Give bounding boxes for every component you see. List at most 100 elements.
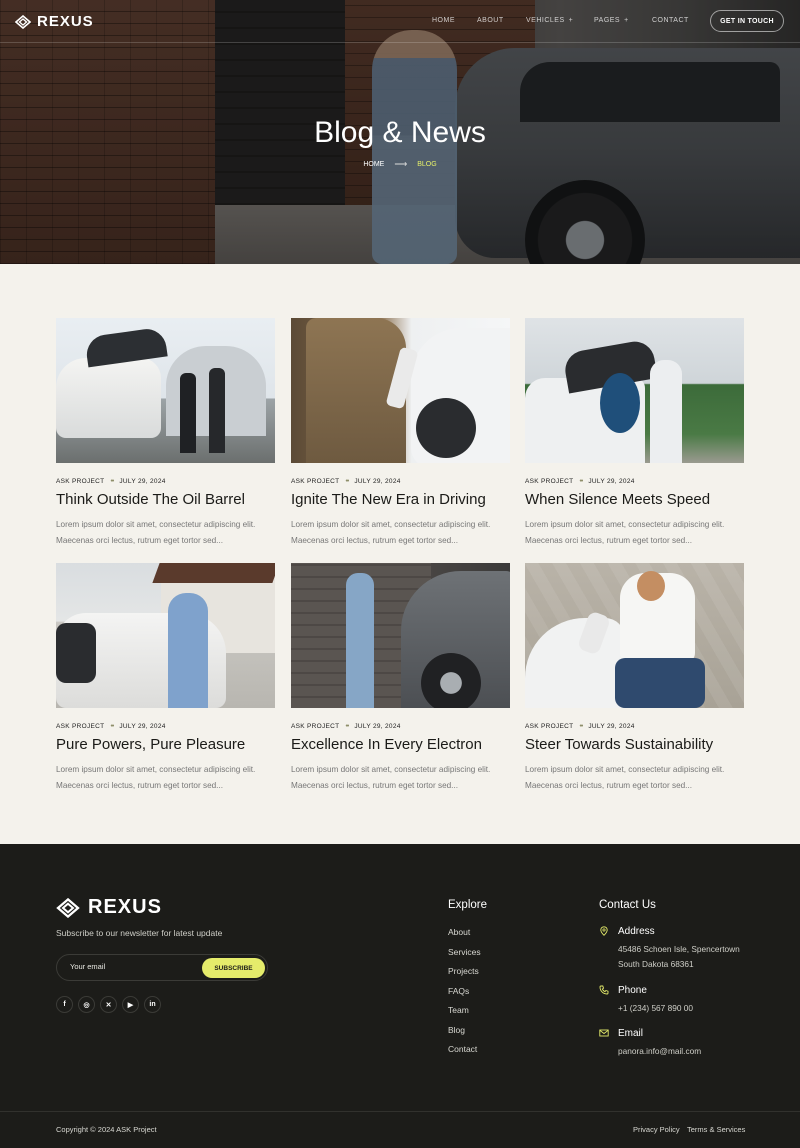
excerpt-line: Lorem ipsum dolor sit amet, consectetur … (56, 520, 256, 529)
blog-card[interactable]: ASK PROJECT •• JULY 29, 2024 Pure Powers… (56, 563, 275, 790)
post-category[interactable]: ASK PROJECT (56, 723, 104, 730)
post-title[interactable]: Pure Powers, Pure Pleasure (56, 736, 245, 753)
address-line: 45486 Schoen Isle, Spencertown (618, 944, 740, 954)
post-meta: ASK PROJECT •• JULY 29, 2024 (56, 478, 166, 485)
post-image[interactable] (525, 318, 744, 463)
linkedin-icon[interactable]: in (144, 996, 161, 1013)
phone-icon (599, 985, 609, 995)
post-title[interactable]: Excellence In Every Electron (291, 736, 482, 753)
dots-icon: •• (579, 478, 583, 485)
explore-links: About Services Projects FAQs Team Blog C… (448, 927, 481, 1064)
social-links: f ◎ ✕ ▶ in (56, 996, 161, 1013)
plus-icon: + (624, 17, 629, 24)
footer-link-services[interactable]: Services (448, 947, 481, 967)
excerpt-line: Maecenas orci lectus, rutrum eget tortor… (56, 780, 224, 790)
footer-divider (0, 1111, 800, 1112)
post-title[interactable]: When Silence Meets Speed (525, 491, 710, 508)
footer-link-about[interactable]: About (448, 927, 481, 947)
footer-link-blog[interactable]: Blog (448, 1025, 481, 1045)
post-image[interactable] (525, 563, 744, 708)
arrow-right-icon: ⟶ (394, 159, 408, 169)
nav-about[interactable]: ABOUT (477, 17, 504, 24)
phone-number[interactable]: +1 (234) 567 890 00 (618, 1001, 693, 1017)
post-meta: ASK PROJECT •• JULY 29, 2024 (525, 723, 635, 730)
breadcrumb-home[interactable]: HOME (363, 161, 384, 168)
post-category[interactable]: ASK PROJECT (525, 723, 573, 730)
nav-pages-label: PAGES (594, 17, 621, 24)
excerpt-line: Lorem ipsum dolor sit amet, consectetur … (291, 765, 491, 774)
footer-link-team[interactable]: Team (448, 1005, 481, 1025)
post-image[interactable] (291, 318, 510, 463)
post-excerpt: Lorem ipsum dolor sit amet, consectetur … (56, 517, 275, 548)
footer-brand-logo[interactable]: REXUS (56, 896, 162, 919)
newsletter-email-input[interactable] (70, 962, 190, 971)
dots-icon: •• (345, 723, 349, 730)
post-excerpt: Lorem ipsum dolor sit amet, consectetur … (291, 762, 510, 793)
footer-link-projects[interactable]: Projects (448, 966, 481, 986)
nav-pages[interactable]: PAGES + (594, 17, 629, 24)
post-image[interactable] (56, 563, 275, 708)
dots-icon: •• (579, 723, 583, 730)
nav-home-label: HOME (432, 17, 455, 24)
post-category[interactable]: ASK PROJECT (56, 478, 104, 485)
terms-link[interactable]: Terms & Services (687, 1125, 745, 1134)
post-image[interactable] (56, 318, 275, 463)
nav-contact[interactable]: CONTACT (652, 17, 689, 24)
footer-link-faqs[interactable]: FAQs (448, 986, 481, 1006)
site-footer: REXUS Subscribe to our newsletter for la… (0, 844, 800, 1148)
post-category[interactable]: ASK PROJECT (525, 478, 573, 485)
nav-contact-label: CONTACT (652, 17, 689, 24)
post-category[interactable]: ASK PROJECT (291, 478, 339, 485)
post-date: JULY 29, 2024 (354, 478, 401, 485)
address-label: Address (618, 926, 655, 937)
post-meta: ASK PROJECT •• JULY 29, 2024 (291, 723, 401, 730)
image-person-shape (346, 573, 374, 708)
facebook-icon[interactable]: f (56, 996, 73, 1013)
excerpt-line: Maecenas orci lectus, rutrum eget tortor… (291, 780, 459, 790)
post-meta: ASK PROJECT •• JULY 29, 2024 (291, 478, 401, 485)
excerpt-line: Maecenas orci lectus, rutrum eget tortor… (525, 535, 693, 545)
image-wheel-shape (421, 653, 481, 708)
image-car-rear-shape (56, 623, 96, 683)
post-title[interactable]: Think Outside The Oil Barrel (56, 491, 245, 508)
copyright: Copyright © 2024 ASK Project (56, 1125, 157, 1134)
blog-card[interactable]: ASK PROJECT •• JULY 29, 2024 Think Outsi… (56, 318, 275, 545)
excerpt-line: Lorem ipsum dolor sit amet, consectetur … (56, 765, 256, 774)
dots-icon: •• (110, 723, 114, 730)
image-charge-port-shape (416, 398, 476, 458)
blog-card[interactable]: ASK PROJECT •• JULY 29, 2024 Ignite The … (291, 318, 510, 545)
post-title[interactable]: Ignite The New Era in Driving (291, 491, 486, 508)
breadcrumb-current: BLOG (417, 161, 437, 168)
subscribe-button[interactable]: SUBSCRIBE (202, 958, 265, 978)
address-line: South Dakota 68361 (618, 959, 694, 969)
post-title[interactable]: Steer Towards Sustainability (525, 736, 713, 753)
excerpt-line: Lorem ipsum dolor sit amet, consectetur … (525, 765, 725, 774)
blog-card[interactable]: ASK PROJECT •• JULY 29, 2024 Steer Towar… (525, 563, 744, 790)
brand-logo[interactable]: REXUS (15, 13, 94, 30)
post-image[interactable] (291, 563, 510, 708)
nav-vehicles-label: VEHICLES (526, 17, 565, 24)
blog-card[interactable]: ASK PROJECT •• JULY 29, 2024 When Silenc… (525, 318, 744, 545)
get-in-touch-button[interactable]: GET IN TOUCH (710, 10, 784, 32)
nav-vehicles[interactable]: VEHICLES + (526, 17, 573, 24)
footer-link-contact[interactable]: Contact (448, 1044, 481, 1064)
post-excerpt: Lorem ipsum dolor sit amet, consectetur … (525, 517, 744, 548)
image-car-shape (56, 358, 161, 438)
x-icon[interactable]: ✕ (100, 996, 117, 1013)
blog-card[interactable]: ASK PROJECT •• JULY 29, 2024 Excellence … (291, 563, 510, 790)
email-address[interactable]: panora.info@mail.com (618, 1044, 701, 1060)
nav-home[interactable]: HOME (432, 17, 455, 24)
post-meta: ASK PROJECT •• JULY 29, 2024 (56, 723, 166, 730)
image-screen-shape (600, 373, 640, 433)
youtube-icon[interactable]: ▶ (122, 996, 139, 1013)
contact-title: Contact Us (599, 899, 656, 911)
instagram-icon[interactable]: ◎ (78, 996, 95, 1013)
post-category[interactable]: ASK PROJECT (291, 723, 339, 730)
post-date: JULY 29, 2024 (119, 723, 166, 730)
breadcrumb: HOME ⟶ BLOG (0, 159, 800, 170)
image-person-shape (209, 368, 225, 453)
image-trunk-shape (84, 326, 168, 368)
image-person-shape (168, 593, 208, 708)
newsletter-form: SUBSCRIBE (56, 954, 268, 981)
privacy-policy-link[interactable]: Privacy Policy (633, 1125, 680, 1134)
